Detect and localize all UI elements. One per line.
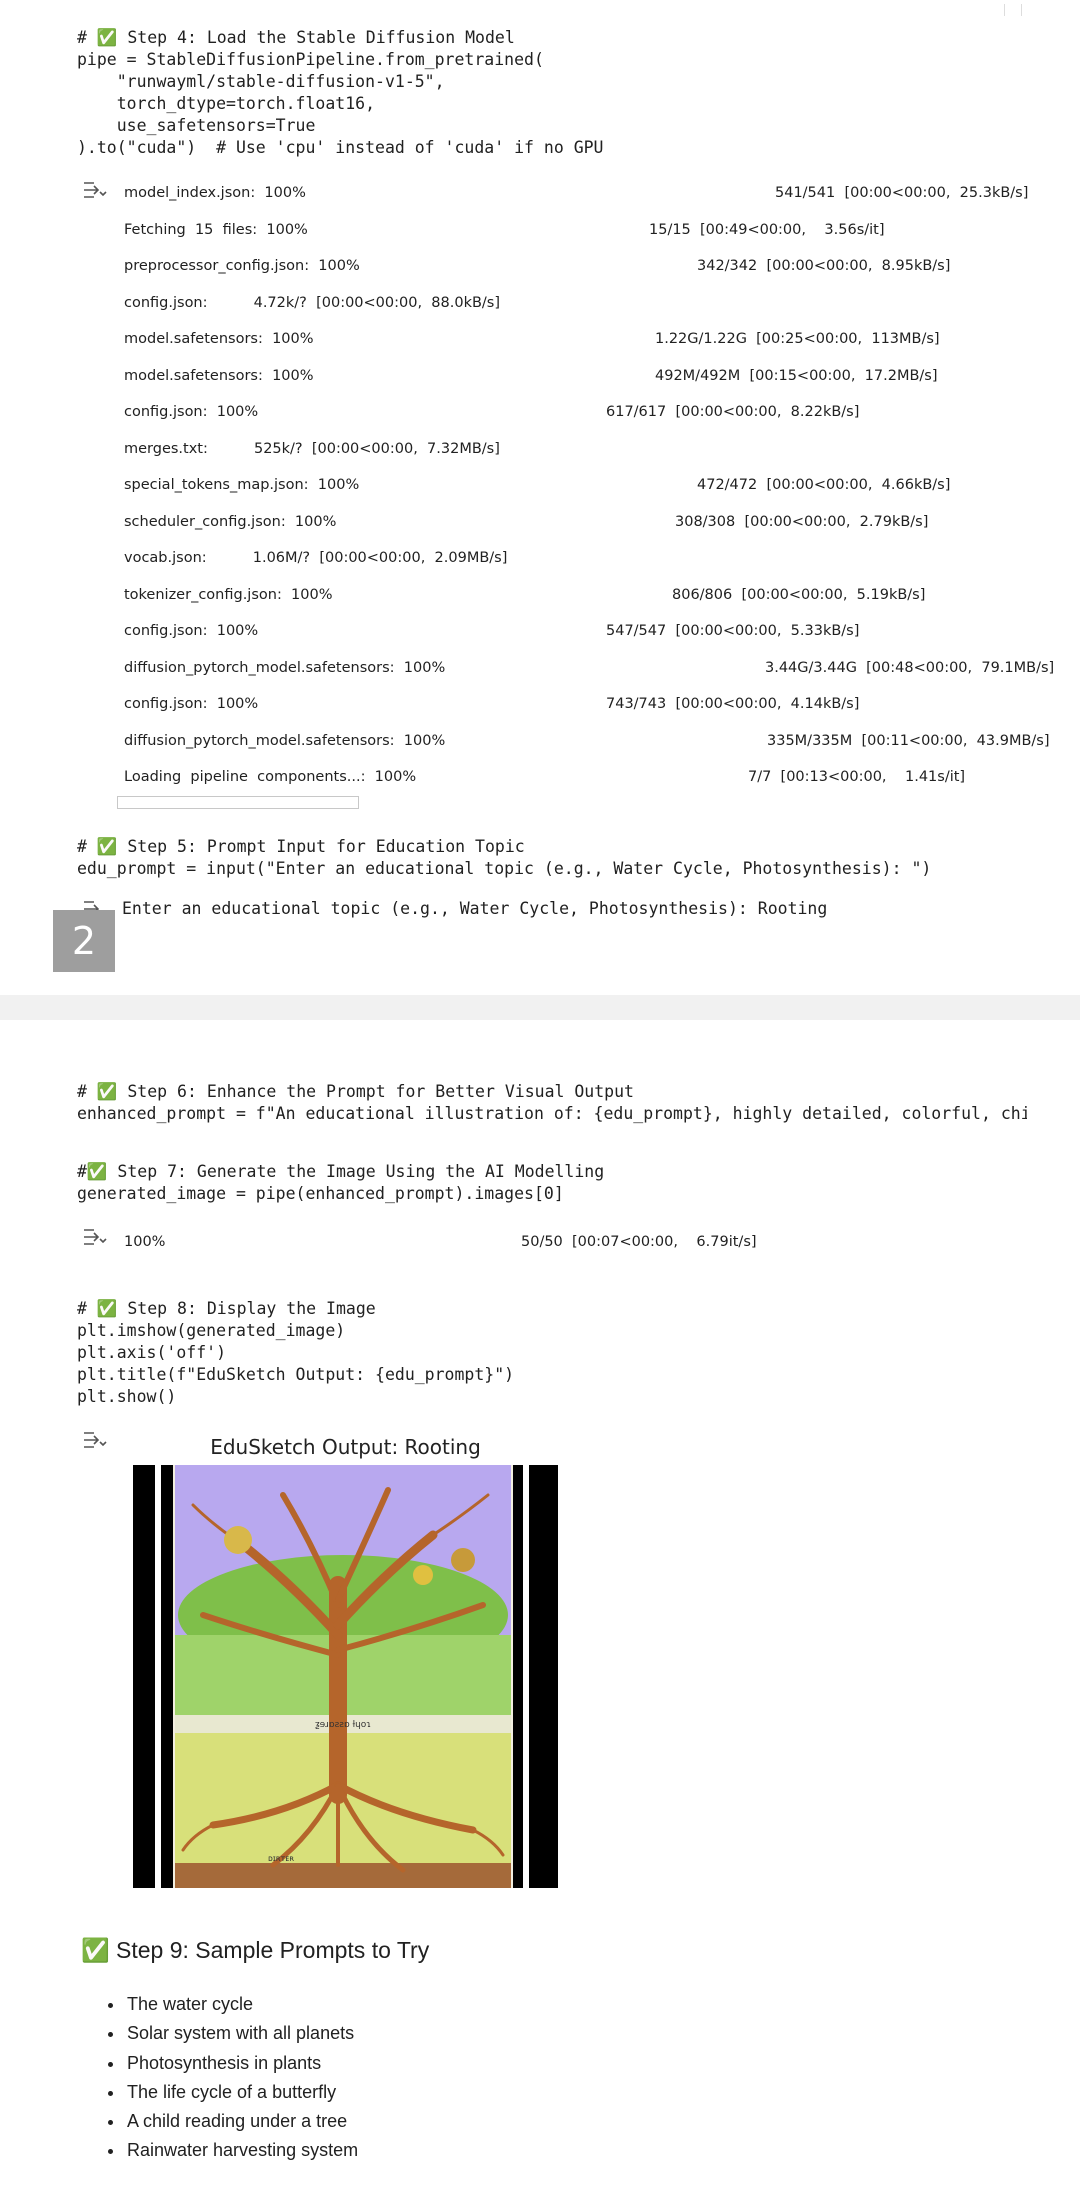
progress-bar-empty (117, 796, 359, 809)
progress-row: Loading pipeline components...: 100% 7/7 … (124, 769, 1024, 789)
list-item: Photosynthesis in plants (125, 2049, 358, 2078)
output-toggle-icon[interactable] (82, 1227, 108, 1247)
code-cell-step4[interactable]: # ✅ Step 4: Load the Stable Diffusion Mo… (77, 27, 604, 159)
progress-stats: 15/15 [00:49<00:00, 3.56s/it] (649, 221, 885, 238)
step9-heading: ✅ Step 9: Sample Prompts to Try (81, 1937, 430, 1963)
output-toggle-icon[interactable] (82, 1430, 108, 1450)
progress-label: tokenizer_config.json: 100% (124, 586, 333, 603)
figure-title: EduSketch Output: Rooting (210, 1435, 481, 1459)
progress-row: config.json: 100% 743/743 [00:00<00:00, 4… (124, 696, 1024, 716)
progress-label: special_tokens_map.json: 100% (124, 477, 360, 493)
poster-footer: ᴅɪʀᴛᴇʀ (268, 1854, 294, 1863)
progress-label: model.safetensors: 100% (124, 367, 314, 384)
progress-label: 100% (124, 1234, 166, 1250)
progress-stats: 743/743 [00:00<00:00, 4.14kB/s] (606, 696, 860, 712)
list-item: A child reading under a tree (125, 2107, 358, 2136)
progress-label: diffusion_pytorch_model.safetensors: 100… (124, 732, 446, 749)
list-item: The life cycle of a butterfly (125, 2078, 358, 2107)
progress-stats: 1.22G/1.22G [00:25<00:00, 113MB/s] (655, 331, 940, 347)
code-cell-step6[interactable]: # ✅ Step 6: Enhance the Prompt for Bette… (77, 1081, 1027, 1125)
progress-row: preprocessor_config.json: 100% 342/342 [0… (124, 258, 1024, 278)
progress-label: Loading pipeline components...: 100% (124, 769, 417, 785)
list-item: Solar system with all planets (125, 2019, 358, 2048)
tree-illustration: ƺɘɹɒƨƨɒ ƚɥoɿ ᴅɪʀᴛᴇʀ (133, 1465, 558, 1888)
progress-stats: 7/7 [00:13<00:00, 1.41s/it] (748, 769, 966, 785)
generated-image: ƺɘɹɒƨƨɒ ƚɥoɿ ᴅɪʀᴛᴇʀ (133, 1465, 558, 1888)
progress-stats: 335M/335M [00:11<00:00, 43.9MB/s] (767, 732, 1050, 749)
progress-row: model.safetensors: 100% 1.22G/1.22G [00:2… (124, 331, 1024, 351)
list-item: Rainwater harvesting system (125, 2136, 358, 2165)
progress-stats: 492M/492M [00:15<00:00, 17.2MB/s] (655, 367, 938, 384)
progress-stats: 806/806 [00:00<00:00, 5.19kB/s] (672, 586, 926, 603)
sample-prompts-list: The water cycleSolar system with all pla… (97, 1990, 358, 2166)
progress-row: config.json: 4.72k/? [00:00<00:00, 88.0k… (124, 295, 1024, 315)
section-divider (0, 995, 1080, 1020)
progress-row: diffusion_pytorch_model.safetensors: 100… (124, 732, 1050, 753)
progress-label: Fetching 15 files: 100% (124, 221, 308, 238)
progress-stats: 308/308 [00:00<00:00, 2.79kB/s] (675, 513, 929, 530)
progress-row: scheduler_config.json: 100% 308/308 [00:0… (124, 514, 1024, 534)
progress-label: preprocessor_config.json: 100% (124, 258, 360, 274)
progress-row: model_index.json: 100% 541/541 [00:00<00:… (124, 185, 1028, 205)
progress-label: config.json: 100% (124, 696, 259, 712)
progress-stats: 617/617 [00:00<00:00, 8.22kB/s] (606, 404, 860, 420)
input-prompt-output: Enter an educational topic (e.g., Water … (122, 899, 828, 918)
poster-caption: ƺɘɹɒƨƨɒ ƚɥoɿ (315, 1720, 371, 1730)
progress-label: vocab.json: 1.06M/? [00:00<00:00, 2.09MB… (124, 550, 508, 566)
progress-stats: 547/547 [00:00<00:00, 5.33kB/s] (606, 623, 860, 639)
progress-label: merges.txt: 525k/? [00:00<00:00, 7.32MB/… (124, 440, 500, 457)
progress-row: config.json: 100% 617/617 [00:00<00:00, 8… (124, 404, 1024, 424)
progress-row: merges.txt: 525k/? [00:00<00:00, 7.32MB/… (124, 441, 1024, 461)
progress-row: config.json: 100% 547/547 [00:00<00:00, 5… (124, 623, 1024, 643)
output-toggle-icon[interactable] (82, 180, 108, 200)
progress-row: Fetching 15 files: 100% 15/15 [00:49<00:0… (124, 222, 1024, 242)
progress-label: diffusion_pytorch_model.safetensors: 100… (124, 659, 446, 676)
progress-label: config.json: 100% (124, 623, 259, 639)
progress-row: model.safetensors: 100% 492M/492M [00:15<… (124, 368, 1024, 388)
progress-row: special_tokens_map.json: 100% 472/472 [00… (124, 477, 1024, 497)
progress-stats: 472/472 [00:00<00:00, 4.66kB/s] (697, 477, 951, 493)
code-cell-step5[interactable]: # ✅ Step 5: Prompt Input for Education T… (77, 836, 931, 880)
toolbar-marks (1004, 4, 1022, 16)
code-cell-step7[interactable]: #✅ Step 7: Generate the Image Using the … (77, 1161, 604, 1205)
progress-label: config.json: 100% (124, 404, 259, 420)
progress-stats: 342/342 [00:00<00:00, 8.95kB/s] (697, 258, 951, 274)
progress-label: scheduler_config.json: 100% (124, 513, 337, 530)
progress-stats: 541/541 [00:00<00:00, 25.3kB/s] (775, 185, 1029, 201)
cell-number-badge: 2 (53, 910, 115, 972)
progress-label: model.safetensors: 100% (124, 331, 314, 347)
progress-row: vocab.json: 1.06M/? [00:00<00:00, 2.09MB… (124, 550, 1024, 570)
progress-label: config.json: 4.72k/? [00:00<00:00, 88.0k… (124, 294, 501, 311)
progress-stats: 3.44G/3.44G [00:48<00:00, 79.1MB/s] (765, 659, 1055, 676)
list-item: The water cycle (125, 1990, 358, 2019)
generation-progress: 100% 50/50 [00:07<00:00, 6.79it/s] (124, 1234, 1024, 1254)
progress-label: model_index.json: 100% (124, 185, 306, 201)
code-cell-step8[interactable]: # ✅ Step 8: Display the Image plt.imshow… (77, 1298, 514, 1408)
progress-row: diffusion_pytorch_model.safetensors: 100… (124, 659, 1054, 680)
progress-row: tokenizer_config.json: 100% 806/806 [00:0… (124, 587, 1024, 607)
progress-stats: 50/50 [00:07<00:00, 6.79it/s] (521, 1234, 757, 1250)
